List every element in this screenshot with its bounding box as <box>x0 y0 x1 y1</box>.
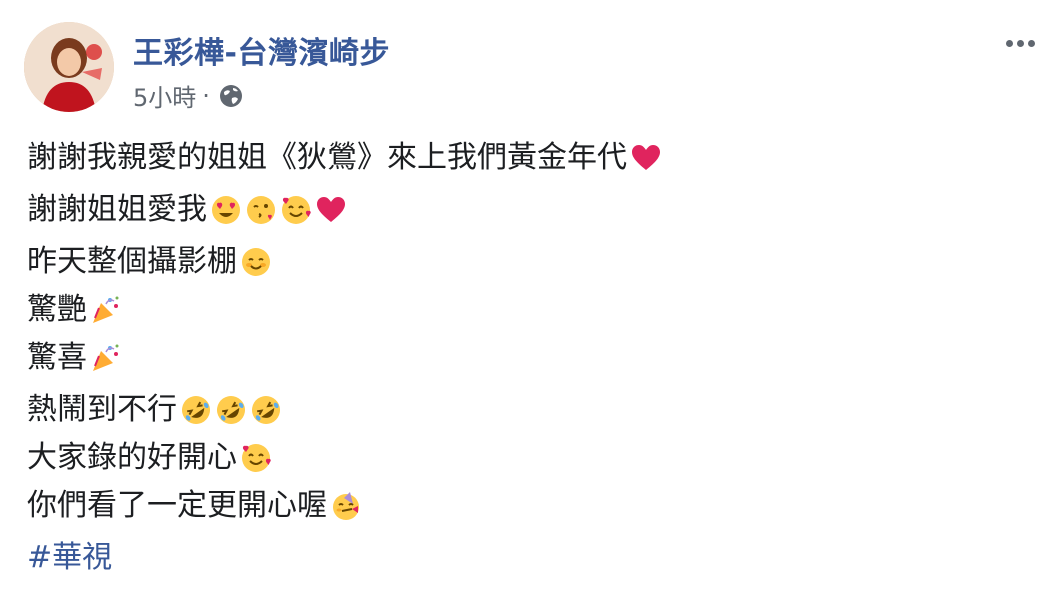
paragraph: 昨天整個攝影棚 驚艷 驚喜 <box>27 238 1037 382</box>
post-line: 昨天整個攝影棚 <box>27 238 1037 286</box>
post-line: 謝謝姐姐愛我 <box>27 186 1037 234</box>
post-line: #華視 <box>27 534 1037 582</box>
post-timestamp[interactable]: 5小時 <box>133 78 196 113</box>
post-line: 你們看了一定更開心喔 <box>27 482 1037 530</box>
facebook-post: 王彩樺-台灣濱崎步 5小時 · 謝謝我親愛的姐姐《狄鶯》來上我們黃金年代 謝謝姐… <box>0 0 1060 596</box>
post-line-text: 謝謝我親愛的姐姐《狄鶯》來上我們黃金年代 <box>27 140 627 175</box>
post-line-text: 驚艷 <box>27 292 87 327</box>
party-popper-icon <box>93 344 119 371</box>
paragraph: #華視 <box>27 534 1037 582</box>
post-line-text: 你們看了一定更開心喔 <box>27 488 327 523</box>
paragraph: 熱鬧到不行 大家錄的好開心 你們看了一定更開心喔 <box>27 386 1037 530</box>
post-line: 熱鬧到不行 <box>27 386 1037 434</box>
more-options-icon[interactable] <box>1000 28 1040 58</box>
post-line: 驚艷 <box>27 286 1037 334</box>
post-line-text: 謝謝姐姐愛我 <box>27 192 207 227</box>
avatar[interactable] <box>24 22 114 112</box>
heart-eyes-icon <box>212 196 240 224</box>
red-heart-icon <box>632 145 660 170</box>
smiling-face-icon <box>242 248 270 276</box>
post-line-text: 昨天整個攝影棚 <box>27 244 237 279</box>
rolling-laughing-icon <box>252 396 280 424</box>
post-line: 大家錄的好開心 <box>27 434 1037 482</box>
post-author-name[interactable]: 王彩樺-台灣濱崎步 <box>133 28 390 72</box>
post-line-text: 大家錄的好開心 <box>27 440 237 475</box>
smiling-face-with-hearts-icon <box>242 444 271 472</box>
meta-separator: · <box>202 81 210 110</box>
paragraph: 謝謝我親愛的姐姐《狄鶯》來上我們黃金年代 <box>27 134 1037 182</box>
post-body: 謝謝我親愛的姐姐《狄鶯》來上我們黃金年代 謝謝姐姐愛我 昨天整個攝影棚 驚艷 驚… <box>27 134 1037 586</box>
smiling-face-with-hearts-icon <box>282 196 311 224</box>
hashtag-link[interactable]: #華視 <box>27 534 112 582</box>
post-line: 謝謝我親愛的姐姐《狄鶯》來上我們黃金年代 <box>27 134 1037 182</box>
rolling-laughing-icon <box>217 396 245 424</box>
paragraph: 謝謝姐姐愛我 <box>27 186 1037 234</box>
post-meta: 5小時 · <box>133 78 244 113</box>
globe-icon[interactable] <box>218 83 244 109</box>
post-line-text: 驚喜 <box>27 340 87 375</box>
post-line-text: 熱鬧到不行 <box>27 392 177 427</box>
party-popper-icon <box>93 296 119 323</box>
avatar-image <box>24 22 114 112</box>
red-heart-icon <box>317 197 345 222</box>
post-line: 驚喜 <box>27 334 1037 382</box>
rolling-laughing-icon <box>182 396 210 424</box>
kissing-heart-icon <box>247 196 275 224</box>
partying-face-icon <box>333 492 359 520</box>
